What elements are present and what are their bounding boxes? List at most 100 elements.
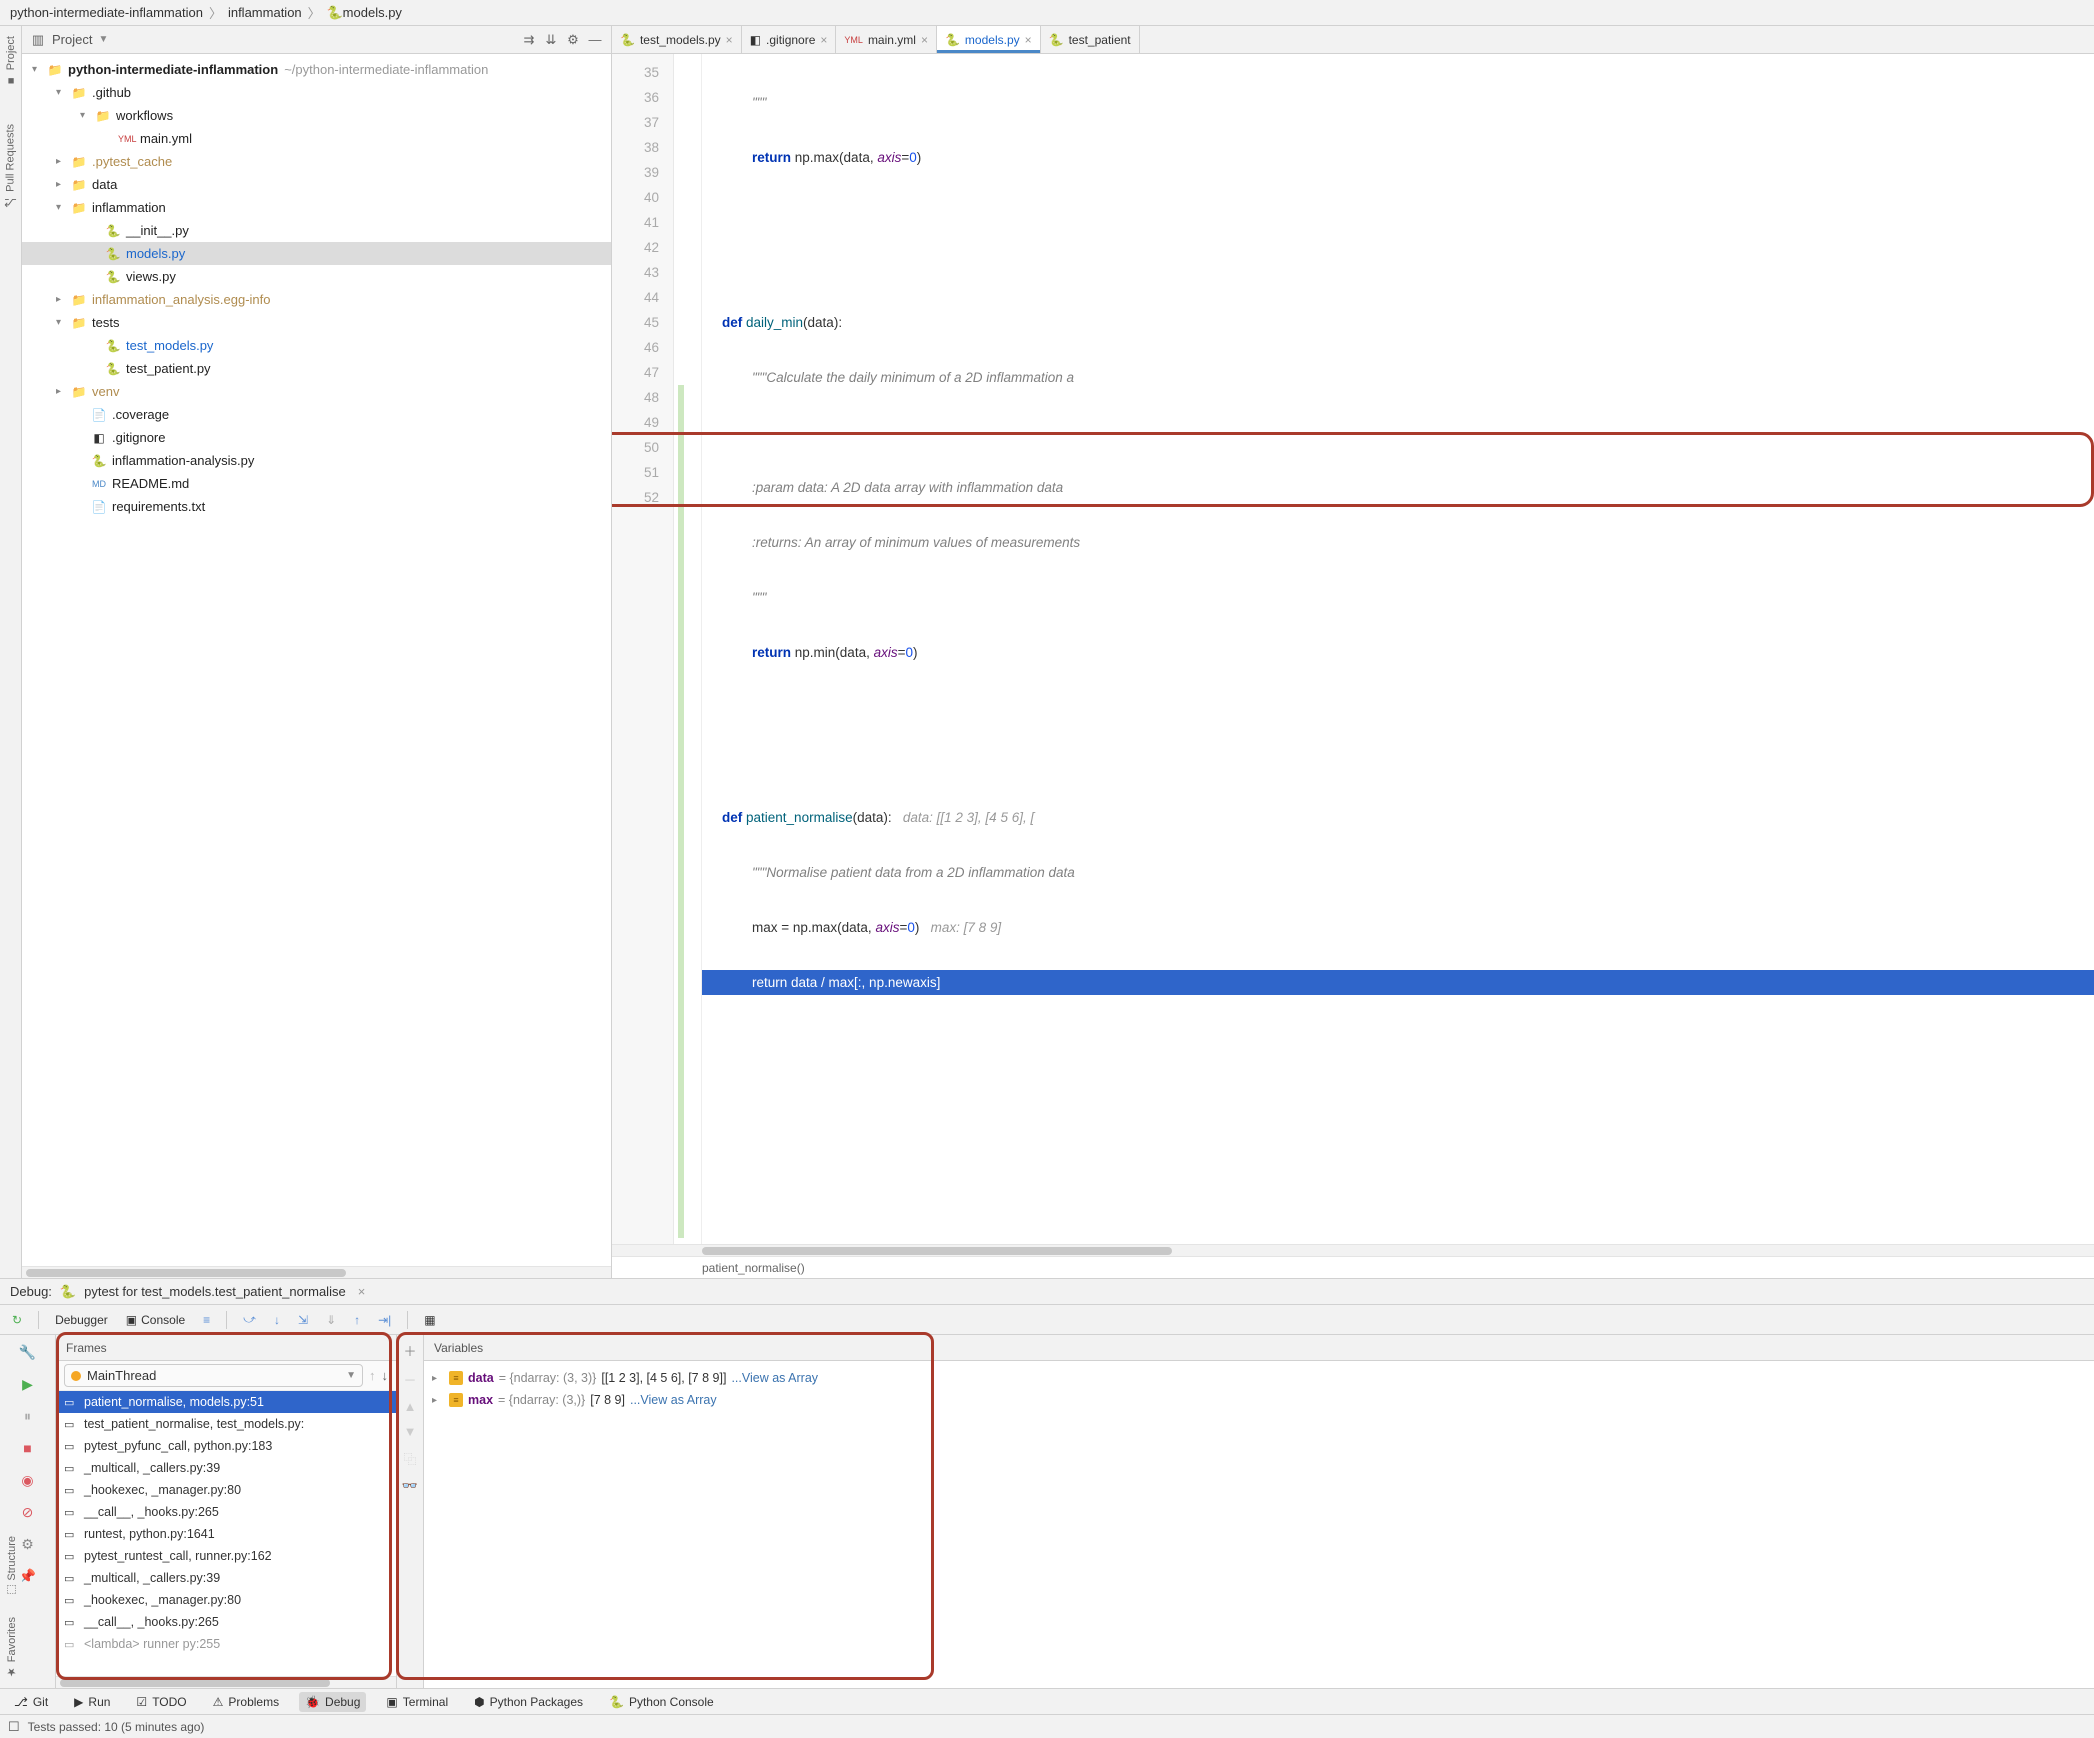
close-icon[interactable]: × xyxy=(358,1284,366,1299)
debug-run-config[interactable]: pytest for test_models.test_patient_norm… xyxy=(84,1284,346,1299)
resume-button[interactable]: ▶ xyxy=(17,1373,39,1395)
frame-row[interactable]: ▭__call__, _hooks.py:265 xyxy=(56,1611,396,1633)
copy-icon[interactable]: ⿻ xyxy=(403,1449,416,1468)
tab-console[interactable]: ▣Console xyxy=(120,1310,191,1330)
line-number[interactable]: 40 xyxy=(612,185,673,210)
evaluate-expression-icon[interactable]: ▦ xyxy=(418,1310,441,1330)
tree-item[interactable]: requirements.txt xyxy=(112,499,205,514)
settings-icon[interactable]: 🔧 xyxy=(17,1341,39,1363)
tab-gitignore[interactable]: ◧.gitignore× xyxy=(742,26,837,53)
project-tree[interactable]: ▾📁python-intermediate-inflammation~/pyth… xyxy=(22,54,611,1266)
next-frame-icon[interactable]: ↓ xyxy=(382,1368,389,1383)
breadcrumb-root[interactable]: python-intermediate-inflammation xyxy=(10,5,203,20)
frame-row[interactable]: ▭<lambda> runner py:255 xyxy=(56,1633,396,1655)
tree-item[interactable]: README.md xyxy=(112,476,189,491)
line-number-gutter[interactable]: 35 36 37 38 39 40 41 42 43 44 45 46 47 4… xyxy=(612,54,674,1244)
thread-dump-icon[interactable]: ≡ xyxy=(197,1310,216,1330)
gutter-icons[interactable] xyxy=(674,54,702,1244)
step-over-icon[interactable]: ⤻ xyxy=(237,1309,262,1330)
breadcrumb[interactable]: python-intermediate-inflammation 〉 infla… xyxy=(0,0,2094,26)
line-number[interactable]: 38 xyxy=(612,135,673,160)
tree-item-active[interactable]: models.py xyxy=(126,246,185,261)
tree-item[interactable]: main.yml xyxy=(140,131,192,146)
frame-row[interactable]: ▭runtest, python.py:1641 xyxy=(56,1523,396,1545)
view-as-array-link[interactable]: ...View as Array xyxy=(630,1393,717,1407)
tree-item[interactable]: .github xyxy=(92,85,131,100)
frame-row[interactable]: ▭test_patient_normalise, test_models.py: xyxy=(56,1413,396,1435)
line-number[interactable]: 45 xyxy=(612,310,673,335)
bottom-tab-debug[interactable]: 🐞Debug xyxy=(299,1692,366,1712)
bottom-tab-git[interactable]: ⎇Git xyxy=(8,1692,54,1712)
step-out-icon[interactable]: ↑ xyxy=(348,1310,366,1330)
tab-debugger[interactable]: Debugger xyxy=(49,1310,114,1330)
editor-breadcrumb[interactable]: patient_normalise() xyxy=(612,1256,2094,1278)
frame-row[interactable]: ▭__call__, _hooks.py:265 xyxy=(56,1501,396,1523)
glasses-icon[interactable]: 👓 xyxy=(402,1478,418,1494)
tab-test-models[interactable]: 🐍test_models.py× xyxy=(612,26,742,53)
tree-item[interactable]: workflows xyxy=(116,108,173,123)
sidebar-tab-pull-requests[interactable]: ⎇ Pull Requests xyxy=(4,120,17,213)
frame-list[interactable]: ▭patient_normalise, models.py:51 ▭test_p… xyxy=(56,1391,396,1676)
bottom-tab-todo[interactable]: ☑TODO xyxy=(130,1692,192,1712)
tree-item[interactable]: views.py xyxy=(126,269,176,284)
frame-row[interactable]: ▭_multicall, _callers.py:39 xyxy=(56,1567,396,1589)
editor-horizontal-scrollbar[interactable] xyxy=(612,1244,2094,1256)
thread-select[interactable]: MainThread ▼ xyxy=(64,1364,363,1387)
code-area[interactable]: """ return np.max(data, axis=0) def dail… xyxy=(702,54,2094,1244)
line-number[interactable]: 48 xyxy=(612,385,673,410)
breadcrumb-folder[interactable]: inflammation xyxy=(228,5,302,20)
tree-item[interactable]: __init__.py xyxy=(126,223,189,238)
close-icon[interactable]: × xyxy=(921,33,928,47)
gear-icon[interactable]: ⚙ xyxy=(565,32,581,48)
bottom-tab-python-packages[interactable]: ⬢Python Packages xyxy=(468,1692,589,1712)
tree-item[interactable]: inflammation-analysis.py xyxy=(112,453,254,468)
variables-list[interactable]: ▸ ≡ data = {ndarray: (3, 3)} [[1 2 3], [… xyxy=(424,1361,2094,1688)
line-number[interactable]: 36 xyxy=(612,85,673,110)
force-step-into-icon[interactable]: ⇓ xyxy=(320,1310,342,1330)
frame-row[interactable]: ▭_multicall, _callers.py:39 xyxy=(56,1457,396,1479)
rerun-button[interactable]: ↻ xyxy=(6,1310,28,1330)
bottom-tab-problems[interactable]: ⚠Problems xyxy=(207,1692,285,1712)
view-as-array-link[interactable]: ...View as Array xyxy=(731,1371,818,1385)
close-icon[interactable]: × xyxy=(726,33,733,47)
line-number[interactable]: 39 xyxy=(612,160,673,185)
close-icon[interactable]: × xyxy=(1025,33,1032,47)
line-number[interactable]: 44 xyxy=(612,285,673,310)
frame-row[interactable]: ▭_hookexec, _manager.py:80 xyxy=(56,1589,396,1611)
tab-main-yml[interactable]: YMLmain.yml× xyxy=(836,26,937,53)
run-to-cursor-icon[interactable]: ⇥| xyxy=(372,1310,397,1330)
pause-button[interactable]: ⏸ xyxy=(17,1405,39,1427)
step-into-my-code-icon[interactable]: ⇲ xyxy=(292,1310,314,1330)
previous-frame-icon[interactable]: ↑ xyxy=(369,1368,376,1383)
bottom-tab-python-console[interactable]: 🐍Python Console xyxy=(603,1692,720,1712)
frame-row[interactable]: ▭pytest_pyfunc_call, python.py:183 xyxy=(56,1435,396,1457)
hide-icon[interactable]: — xyxy=(587,32,603,48)
expand-all-icon[interactable]: ⇊ xyxy=(543,32,559,48)
sidebar-tab-project[interactable]: ■ Project xyxy=(5,32,17,90)
variable-row[interactable]: ▸ ≡ max = {ndarray: (3,)} [7 8 9] ...Vie… xyxy=(432,1389,2086,1411)
remove-watch-icon[interactable]: － xyxy=(403,1370,416,1389)
frames-scrollbar[interactable] xyxy=(56,1676,396,1688)
select-opened-file-icon[interactable]: ⇉ xyxy=(521,32,537,48)
project-pane-title[interactable]: Project xyxy=(52,32,92,47)
bottom-tab-terminal[interactable]: ▣Terminal xyxy=(380,1692,454,1712)
view-breakpoints-icon[interactable]: ◉ xyxy=(17,1469,39,1491)
project-root[interactable]: python-intermediate-inflammation xyxy=(68,62,278,77)
close-icon[interactable]: × xyxy=(820,33,827,47)
line-number[interactable]: 41 xyxy=(612,210,673,235)
bottom-tab-run[interactable]: ▶Run xyxy=(68,1692,116,1712)
line-number[interactable]: 43 xyxy=(612,260,673,285)
tree-item[interactable]: data xyxy=(92,177,117,192)
sidebar-tab-structure[interactable]: ⬚ Structure xyxy=(5,1536,18,1597)
tab-test-patient[interactable]: 🐍test_patient xyxy=(1041,26,1140,53)
editor-body[interactable]: 35 36 37 38 39 40 41 42 43 44 45 46 47 4… xyxy=(612,54,2094,1244)
frame-row[interactable]: ▭patient_normalise, models.py:51 xyxy=(56,1391,396,1413)
frame-row[interactable]: ▭pytest_runtest_call, runner.py:162 xyxy=(56,1545,396,1567)
line-number[interactable]: 37 xyxy=(612,110,673,135)
tree-item[interactable]: test_models.py xyxy=(126,338,213,353)
step-into-icon[interactable]: ↓ xyxy=(268,1310,286,1330)
chevron-down-icon[interactable]: ▼ xyxy=(98,34,108,45)
down-icon[interactable]: ▼ xyxy=(404,1424,417,1439)
tree-item[interactable]: inflammation xyxy=(92,200,166,215)
line-number[interactable]: 46 xyxy=(612,335,673,360)
